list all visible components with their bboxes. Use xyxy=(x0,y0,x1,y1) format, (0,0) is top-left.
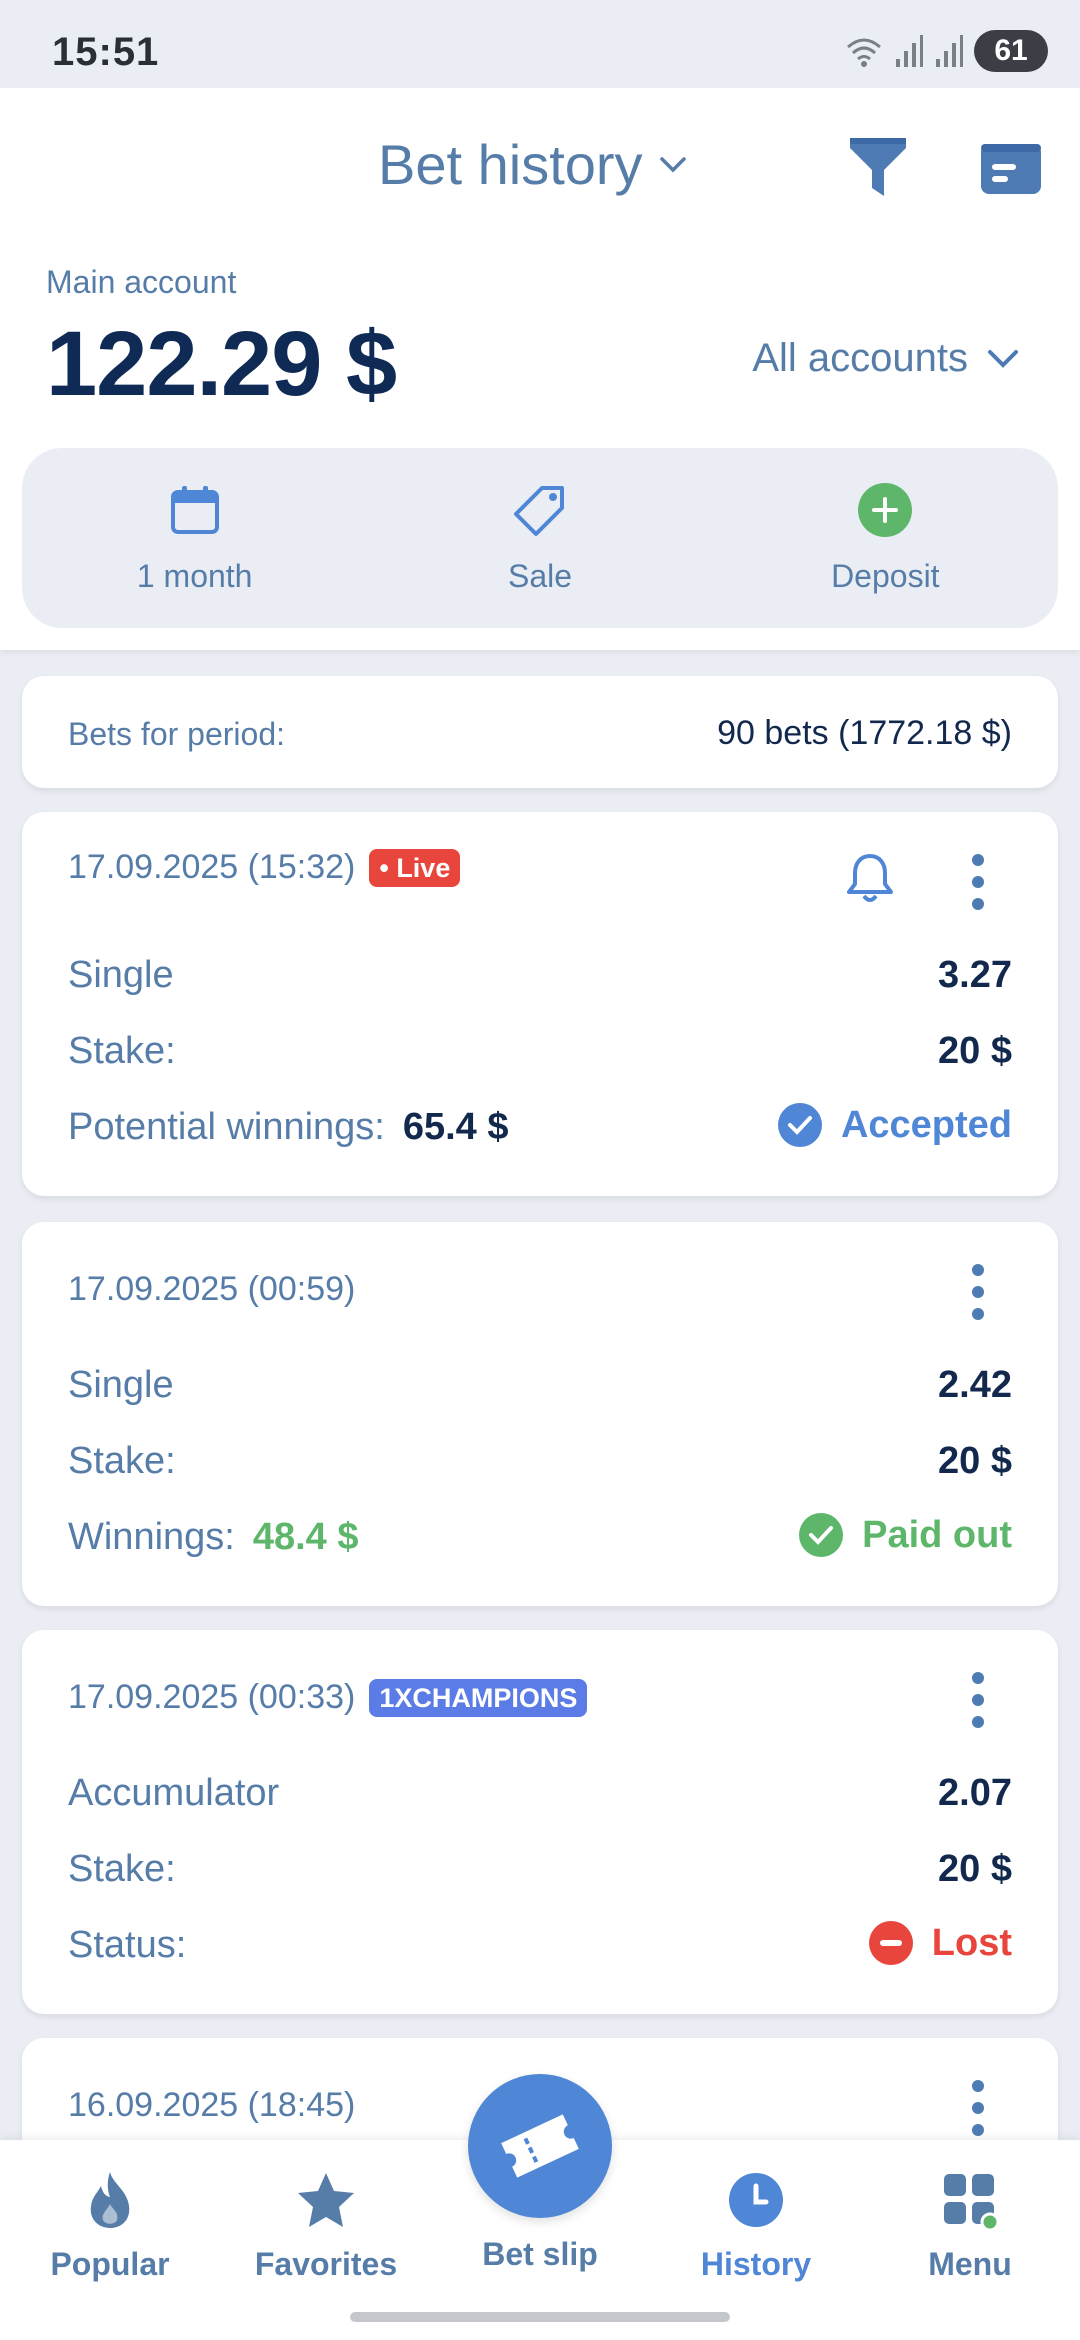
signal-icon-2 xyxy=(936,35,963,67)
account-balance: 122.29 $ xyxy=(46,313,397,415)
stake-label: Stake: xyxy=(68,1848,176,1890)
promo-badge: 1XCHAMPIONS xyxy=(369,1678,588,1717)
page-title-dropdown[interactable]: Bet history xyxy=(378,132,687,197)
all-accounts-dropdown[interactable]: All accounts xyxy=(752,336,1020,381)
signal-icon xyxy=(896,35,923,67)
status-label: Paid out xyxy=(862,1513,1012,1556)
grid-menu-icon xyxy=(944,2174,1000,2230)
flame-icon xyxy=(90,2172,130,2228)
nav-menu-label: Menu xyxy=(928,2246,1012,2282)
bet-date: 17.09.2025 (00:59) xyxy=(68,1270,356,1308)
deposit-button[interactable]: Deposit xyxy=(713,448,1058,628)
bet-coef: 3.27 xyxy=(938,954,1012,996)
card-icon xyxy=(981,144,1041,194)
calendar-icon xyxy=(170,485,219,534)
ticket-icon xyxy=(501,2114,579,2178)
status-label: Lost xyxy=(931,1921,1012,1964)
bet-card[interactable]: 17.09.2025 (00:59) Single 2.42 Stake: 20… xyxy=(22,1222,1058,1606)
check-circle-icon xyxy=(799,1513,844,1557)
battery-indicator: 61 xyxy=(974,30,1048,72)
period-filter-button[interactable]: 1 month xyxy=(22,448,367,628)
period-filter-label: 1 month xyxy=(136,557,253,594)
bet-date-row: 17.09.2025 (00:33) 1XCHAMPIONS xyxy=(68,1678,588,1717)
bet-date: 16.09.2025 (18:45) xyxy=(68,2086,356,2124)
sale-label: Sale xyxy=(507,557,573,594)
minus-circle-icon xyxy=(868,1921,913,1965)
potential-winnings-label: Potential winnings: xyxy=(68,1106,385,1148)
live-badge: • Live xyxy=(369,848,461,887)
page-title: Bet history xyxy=(378,133,643,196)
chevron-down-icon xyxy=(659,156,686,172)
clock-icon xyxy=(729,2173,783,2227)
filter-icon xyxy=(850,138,906,196)
stake-value: 20 $ xyxy=(938,1030,1012,1072)
winnings-value: 48.4 $ xyxy=(252,1516,359,1558)
card-view-button[interactable] xyxy=(978,138,1044,200)
bet-coef: 2.07 xyxy=(938,1772,1012,1814)
status-time: 15:51 xyxy=(52,30,160,74)
more-options-button[interactable] xyxy=(968,2080,988,2136)
notification-button[interactable] xyxy=(842,850,898,911)
quick-actions: 1 month Sale Deposit xyxy=(22,448,1058,628)
bell-icon xyxy=(847,854,893,902)
status-bar: 15:51 61 xyxy=(0,0,1080,88)
potential-winnings-value: 65.4 $ xyxy=(402,1106,509,1148)
status-icons: 61 xyxy=(844,30,1048,72)
bet-type: Single xyxy=(68,1364,174,1406)
check-circle-icon xyxy=(777,1103,822,1147)
account-label: Main account xyxy=(46,264,237,300)
nav-menu[interactable]: Menu xyxy=(862,2170,1078,2283)
bet-slip-label: Bet slip xyxy=(482,2236,598,2272)
tag-icon xyxy=(513,485,564,536)
stake-label: Stake: xyxy=(68,1440,176,1482)
nav-popular-label: Popular xyxy=(50,2246,170,2282)
stake-label: Stake: xyxy=(68,1030,176,1072)
stake-value: 20 $ xyxy=(938,1440,1012,1482)
bet-type: Single xyxy=(68,954,174,996)
status-label: Accepted xyxy=(840,1103,1012,1146)
bet-date: 17.09.2025 (00:33) xyxy=(68,1678,356,1716)
bet-date-row: 16.09.2025 (18:45) xyxy=(68,2086,355,2125)
deposit-label: Deposit xyxy=(831,557,940,594)
bet-date-row: 17.09.2025 (00:59) xyxy=(68,1270,355,1309)
bet-type: Accumulator xyxy=(68,1772,280,1814)
nav-history[interactable]: History xyxy=(648,2170,864,2283)
star-icon xyxy=(298,2173,354,2227)
bet-coef: 2.42 xyxy=(938,1364,1012,1406)
status-row-label: Status: xyxy=(68,1924,187,1966)
winnings-row: Winnings: 48.4 $ xyxy=(68,1516,359,1559)
period-summary-label: Bets for period: xyxy=(68,716,285,752)
bet-card[interactable]: 17.09.2025 (15:32) • Live Single 3.27 St… xyxy=(22,812,1058,1196)
chevron-down-icon xyxy=(988,349,1018,368)
bet-card[interactable]: 17.09.2025 (00:33) 1XCHAMPIONS Accumulat… xyxy=(22,1630,1058,2014)
more-options-button[interactable] xyxy=(968,854,988,910)
wifi-icon xyxy=(847,38,881,67)
home-indicator xyxy=(350,2312,730,2322)
bet-date: 17.09.2025 (15:32) xyxy=(68,848,356,886)
all-accounts-label: All accounts xyxy=(752,336,968,380)
bet-date-row: 17.09.2025 (15:32) • Live xyxy=(68,848,461,887)
bet-status: Accepted xyxy=(777,1102,1012,1148)
period-summary-value: 90 bets (1772.18 $) xyxy=(717,714,1012,752)
nav-history-label: History xyxy=(700,2246,812,2282)
filter-button[interactable] xyxy=(846,134,910,202)
plus-circle-icon xyxy=(858,482,913,537)
nav-favorites-label: Favorites xyxy=(254,2246,398,2282)
bet-slip-button[interactable] xyxy=(468,2074,612,2218)
more-options-button[interactable] xyxy=(968,1264,988,1320)
live-badge-label: Live xyxy=(396,852,451,883)
top-panel: Bet history Main account 122.29 $ All ac… xyxy=(0,88,1080,650)
potential-winnings-row: Potential winnings: 65.4 $ xyxy=(68,1106,509,1149)
bet-status: Lost xyxy=(868,1920,1012,1966)
sale-button[interactable]: Sale xyxy=(367,448,712,628)
period-summary-card: Bets for period: 90 bets (1772.18 $) xyxy=(22,676,1058,788)
stake-value: 20 $ xyxy=(938,1848,1012,1890)
bet-status: Paid out xyxy=(798,1512,1012,1558)
nav-favorites[interactable]: Favorites xyxy=(218,2170,434,2283)
more-options-button[interactable] xyxy=(968,1672,988,1728)
nav-popular[interactable]: Popular xyxy=(2,2170,218,2283)
winnings-label: Winnings: xyxy=(68,1516,235,1558)
